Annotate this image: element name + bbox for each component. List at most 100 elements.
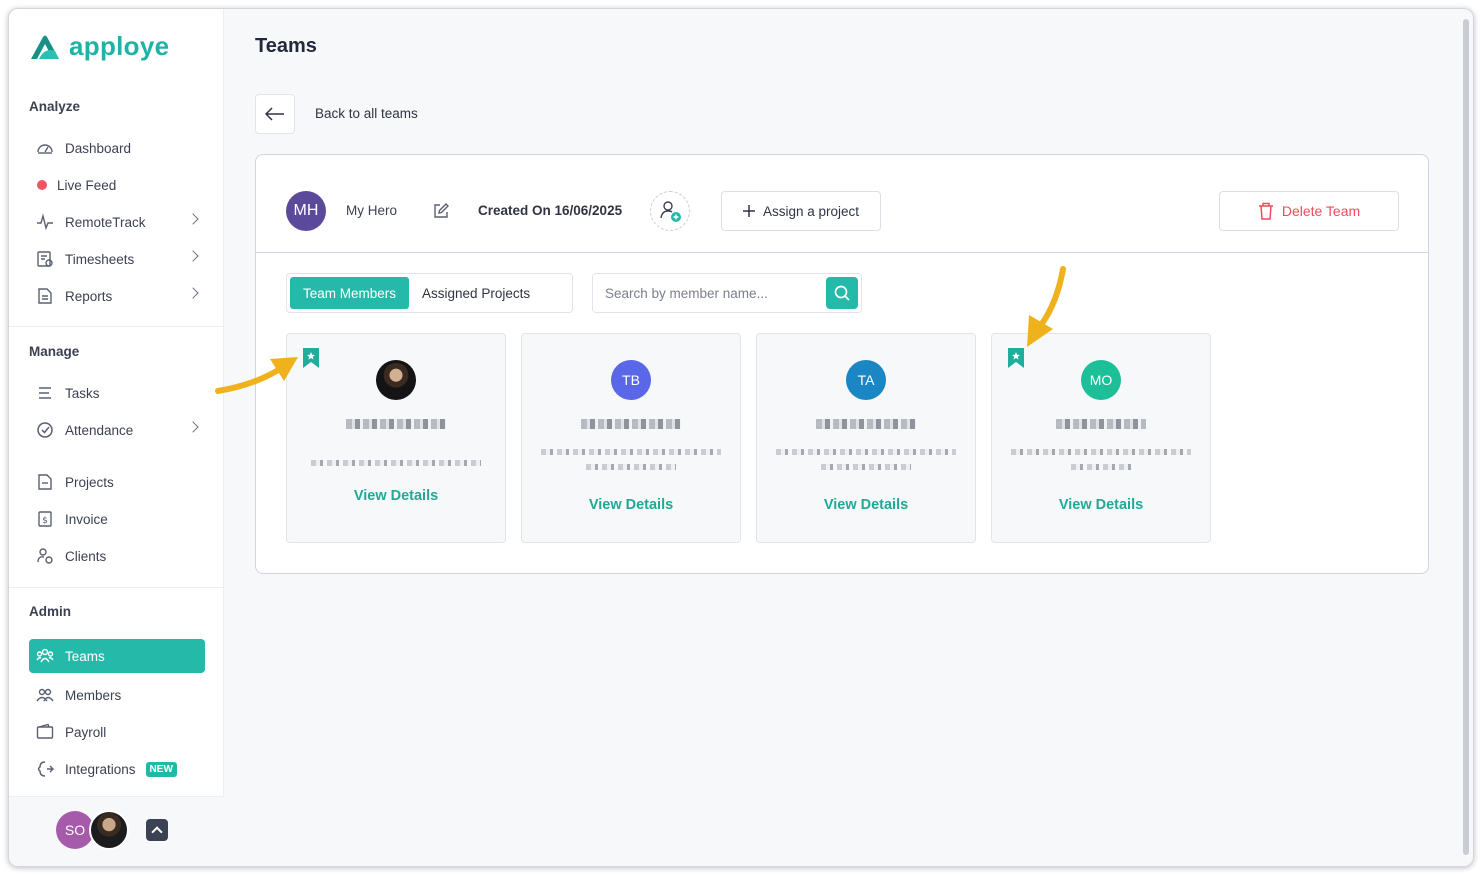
sidebar-item-attendance[interactable]: Attendance: [29, 413, 205, 447]
trash-icon: [1258, 202, 1273, 220]
sidebar-item-label: Clients: [65, 548, 107, 564]
chevron-right-icon: [187, 250, 199, 262]
member-card: TA View Details: [756, 333, 976, 543]
sidebar-item-label: Teams: [65, 648, 105, 664]
timesheet-icon: [35, 249, 55, 269]
member-avatar: TB: [611, 360, 651, 400]
member-card: MO View Details: [991, 333, 1211, 543]
arrow-left-icon: [265, 107, 284, 121]
report-icon: [35, 286, 55, 306]
sidebar-item-label: Dashboard: [65, 140, 132, 156]
sidebar-item-integrations[interactable]: Integrations NEW: [29, 752, 205, 786]
back-button[interactable]: [255, 94, 295, 134]
search-button[interactable]: [826, 277, 858, 309]
sidebar-item-label: Integrations: [65, 761, 136, 777]
sidebar-item-label: Timesheets: [65, 251, 135, 267]
sidebar-item-label: Members: [65, 687, 122, 703]
team-header: MH My Hero Created On 16/06/2025 Assign …: [256, 155, 1428, 253]
sidebar-item-payroll[interactable]: Payroll: [29, 715, 205, 749]
logo[interactable]: apploye: [29, 31, 169, 62]
tab-assigned-projects[interactable]: Assigned Projects: [409, 277, 543, 309]
view-details-link[interactable]: View Details: [287, 488, 505, 504]
team-icon: [35, 646, 55, 666]
sidebar-item-label: Invoice: [65, 511, 108, 527]
team-avatar: MH: [286, 191, 326, 231]
member-role-redacted: [757, 446, 975, 471]
member-role-redacted: [287, 457, 505, 469]
user-avatar-photo[interactable]: [89, 810, 129, 850]
bookmark-star-icon[interactable]: [303, 348, 319, 368]
member-search: [592, 273, 862, 313]
project-icon: [35, 472, 55, 492]
tab-team-members[interactable]: Team Members: [290, 277, 410, 309]
wallet-icon: [35, 722, 55, 742]
back-link[interactable]: Back to all teams: [315, 106, 418, 121]
plus-icon: [742, 205, 755, 217]
section-analyze: Analyze: [29, 99, 81, 114]
logo-text: apploye: [69, 31, 170, 61]
sidebar-item-label: Live Feed: [57, 177, 117, 193]
team-panel: MH My Hero Created On 16/06/2025 Assign …: [255, 154, 1429, 574]
assign-project-label: Assign a project: [762, 203, 860, 219]
clients-icon: [35, 546, 55, 566]
delete-team-button[interactable]: Delete Team: [1219, 191, 1399, 231]
view-details-link[interactable]: View Details: [992, 497, 1210, 513]
sidebar-item-label: Payroll: [65, 724, 107, 740]
member-avatar: TA: [846, 360, 886, 400]
sidebar-item-projects[interactable]: Projects: [29, 465, 205, 499]
delete-team-label: Delete Team: [1281, 203, 1361, 219]
sidebar-item-remotetrack[interactable]: RemoteTrack: [29, 205, 205, 239]
member-name-redacted: [522, 415, 740, 431]
chevron-right-icon: [187, 421, 199, 433]
member-name-redacted: [287, 415, 505, 431]
user-plus-icon: [660, 201, 681, 222]
section-manage: Manage: [29, 344, 80, 359]
live-dot-icon: [37, 180, 47, 190]
sidebar-item-dashboard[interactable]: Dashboard: [29, 131, 205, 165]
sidebar-item-reports[interactable]: Reports: [29, 279, 205, 313]
apploye-logo-icon: [31, 35, 59, 59]
member-role-redacted: [992, 446, 1210, 471]
edit-icon[interactable]: [432, 202, 450, 220]
sidebar-divider: [9, 587, 224, 588]
tasks-icon: [35, 383, 55, 403]
sidebar-item-live-feed[interactable]: Live Feed: [29, 168, 205, 202]
sidebar-item-timesheets[interactable]: Timesheets: [29, 242, 205, 276]
member-name-redacted: [992, 415, 1210, 431]
chevron-right-icon: [187, 213, 199, 225]
sidebar-item-teams[interactable]: Teams: [29, 639, 205, 673]
member-name-redacted: [757, 415, 975, 431]
sidebar-item-label: Tasks: [65, 385, 100, 401]
member-card: TB View Details: [521, 333, 741, 543]
chevron-right-icon: [187, 287, 199, 299]
check-circle-icon: [35, 420, 55, 440]
sidebar-item-tasks[interactable]: Tasks: [29, 376, 205, 410]
view-details-link[interactable]: View Details: [757, 497, 975, 513]
integrations-icon: [35, 759, 55, 779]
scrollbar[interactable]: [1463, 19, 1469, 855]
app-window: apploye Analyze Dashboard Live Feed Remo…: [8, 8, 1474, 867]
sidebar-item-invoice[interactable]: $ Invoice: [29, 502, 205, 536]
bookmark-star-icon[interactable]: [1008, 348, 1024, 368]
member-role-redacted: [522, 446, 740, 471]
invoice-icon: $: [35, 509, 55, 529]
add-member-button[interactable]: [650, 191, 690, 231]
chevron-up-icon[interactable]: [146, 819, 168, 841]
sidebar-item-label: Attendance: [65, 422, 134, 438]
search-icon: [834, 285, 850, 301]
members-icon: [35, 685, 55, 705]
sidebar-item-members[interactable]: Members: [29, 678, 205, 712]
member-tabs: Team Members Assigned Projects: [286, 273, 573, 313]
created-date: Created On 16/06/2025: [478, 203, 623, 218]
sidebar: apploye Analyze Dashboard Live Feed Remo…: [9, 9, 224, 866]
new-badge: NEW: [145, 761, 177, 777]
view-details-link[interactable]: View Details: [522, 497, 740, 513]
sidebar-item-label: Projects: [65, 474, 114, 490]
member-avatar: MO: [1081, 360, 1121, 400]
sidebar-footer: SO: [9, 796, 224, 866]
sidebar-item-clients[interactable]: Clients: [29, 539, 205, 573]
member-avatar: [376, 360, 416, 400]
assign-project-button[interactable]: Assign a project: [721, 191, 881, 231]
section-admin: Admin: [29, 604, 71, 619]
search-input[interactable]: [593, 275, 823, 311]
